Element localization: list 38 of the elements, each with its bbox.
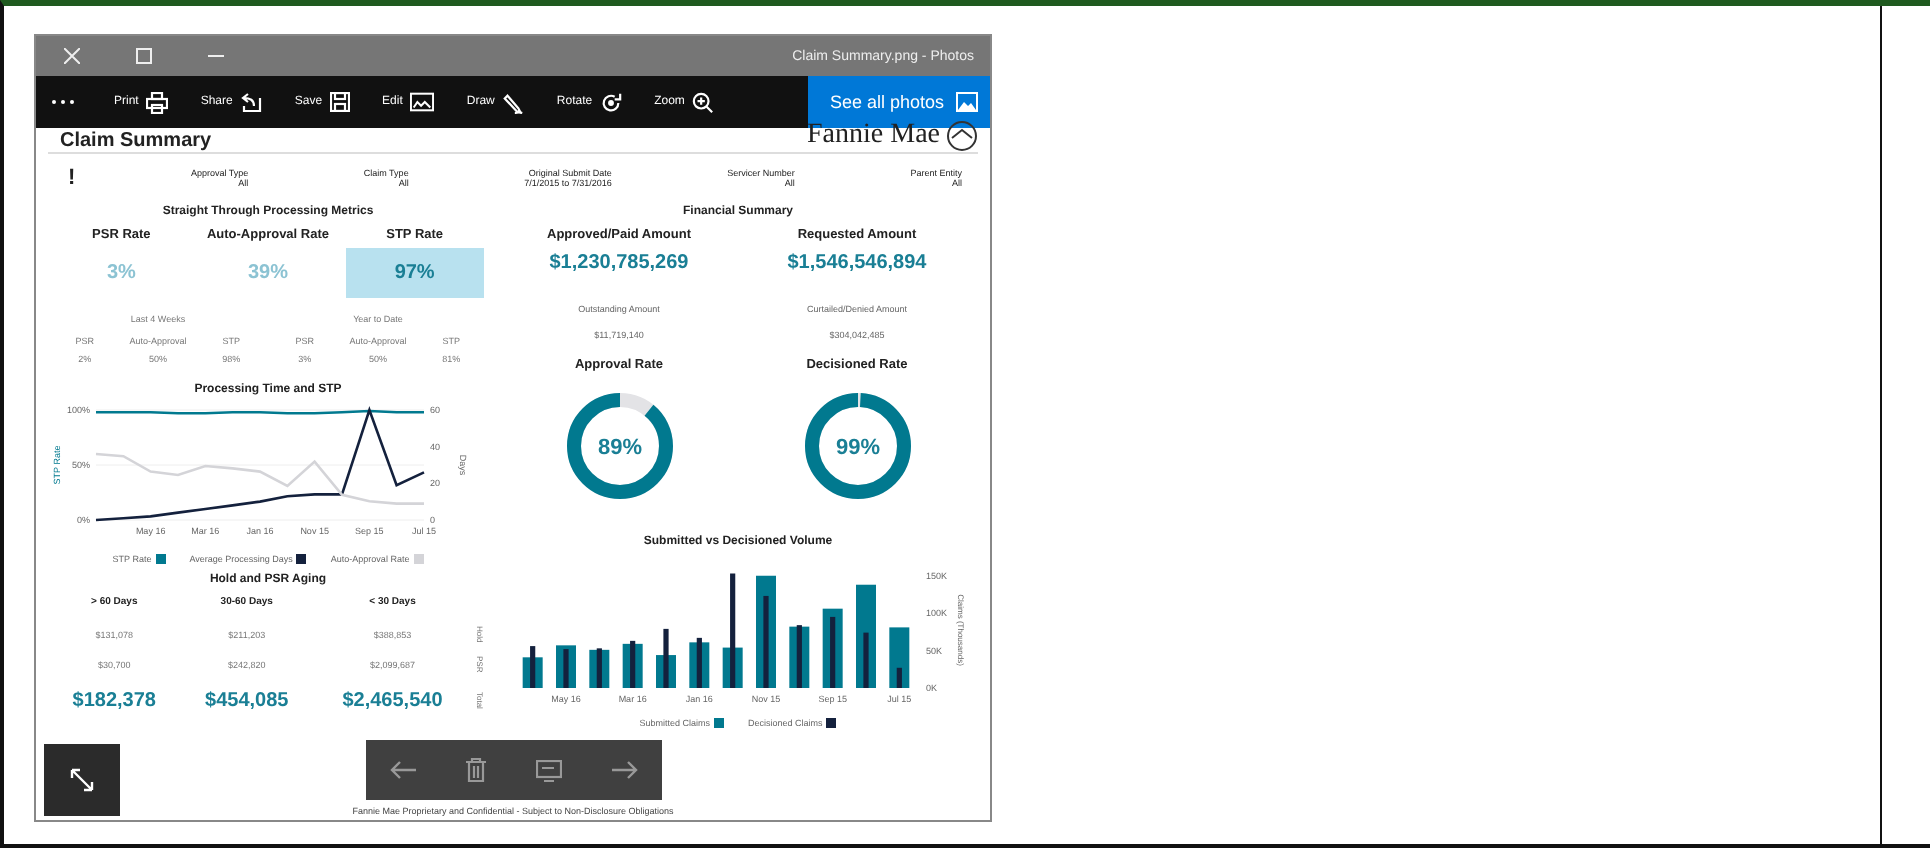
legend-swatch — [826, 718, 837, 728]
maximize-icon[interactable] — [136, 48, 152, 64]
gauge-value: 89% — [596, 436, 642, 460]
expand-button[interactable] — [44, 744, 120, 816]
pen-icon — [502, 91, 525, 113]
slideshow-icon — [535, 759, 562, 781]
delete-button[interactable] — [466, 758, 487, 782]
image-icon — [956, 92, 978, 112]
legend-swatch — [296, 554, 307, 564]
donut-gauge — [566, 393, 672, 499]
logo-text: Fannie Mae — [807, 122, 940, 150]
previous-button[interactable] — [390, 760, 419, 780]
table-cell-text: $2,465,540 — [340, 688, 445, 716]
legend-swatch — [413, 554, 424, 564]
rotate-icon — [600, 91, 623, 113]
minimize-icon[interactable] — [208, 54, 224, 58]
metric-value: $1,230,785,269 — [547, 250, 691, 278]
donut-gauge — [804, 393, 910, 499]
next-button[interactable] — [609, 760, 638, 780]
legend-swatch — [155, 554, 166, 564]
printer-icon — [146, 91, 169, 113]
slideshow-button[interactable] — [535, 759, 562, 781]
logo-icon — [946, 120, 978, 152]
alert-text: ! — [68, 166, 76, 190]
image-edit-icon — [410, 92, 435, 112]
trash-icon — [466, 758, 487, 782]
gauge-value: 99% — [834, 436, 880, 460]
legend-swatch — [714, 718, 724, 728]
arrow-left-icon — [390, 760, 419, 780]
report-title: Claim Summary — [58, 132, 214, 152]
share-icon — [240, 92, 263, 112]
table-cell-text: $454,085 — [203, 688, 291, 716]
metric-value: $1,546,546,894 — [785, 250, 929, 278]
table-cell-text: $182,378 — [70, 688, 158, 716]
close-icon[interactable] — [64, 48, 80, 64]
zoom-in-icon — [692, 91, 715, 113]
expand-icon — [70, 768, 94, 792]
arrow-right-icon — [609, 760, 638, 780]
